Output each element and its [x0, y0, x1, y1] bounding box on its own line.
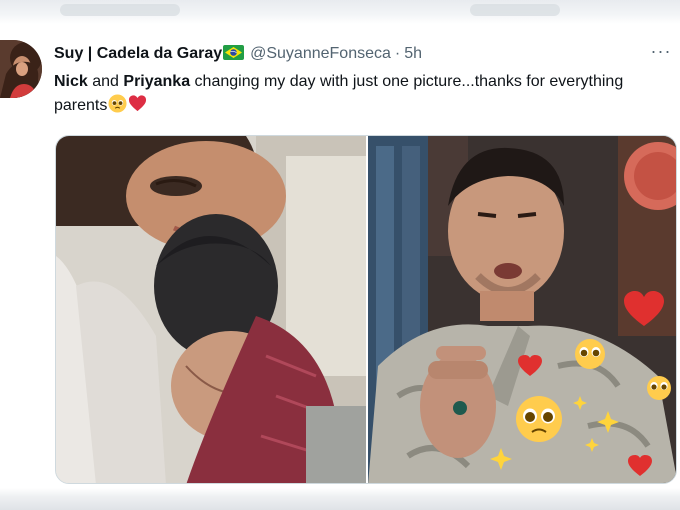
separator-dot: · — [394, 45, 401, 62]
top-scroll-strip — [0, 0, 680, 24]
tweet-card[interactable]: Suy | Cadela da Garay @SuyanneFonseca · 5h … — [0, 24, 680, 490]
tweet-timestamp[interactable]: 5h — [404, 45, 422, 62]
photo-couple-hug[interactable] — [56, 136, 366, 483]
avatar[interactable] — [0, 40, 42, 98]
blurred-content — [60, 4, 180, 16]
user-handle[interactable]: @SuyanneFonseca — [250, 45, 391, 62]
pleading-face-emoji — [108, 94, 127, 113]
bottom-scroll-strip — [0, 488, 680, 510]
more-options-icon[interactable]: ··· — [648, 42, 674, 64]
avatar-image — [0, 40, 42, 98]
photo-man-with-emojis[interactable] — [368, 136, 676, 483]
photo-image — [368, 136, 676, 483]
text-fragment: and — [87, 73, 124, 90]
tweet-text: Nick and Priyanka changing my day with j… — [54, 70, 639, 118]
tweet-header: Suy | Cadela da Garay @SuyanneFonseca · 5h — [54, 43, 640, 65]
brazil-flag-icon — [223, 45, 245, 60]
tweet-media[interactable] — [55, 135, 677, 484]
pleading-face-emoji-overlay — [575, 339, 605, 369]
blurred-content — [470, 4, 560, 16]
photo-image — [56, 136, 366, 483]
mention-name-2: Priyanka — [123, 73, 191, 90]
mention-name-1: Nick — [54, 73, 88, 90]
red-heart-emoji — [129, 95, 147, 112]
display-name[interactable]: Suy | Cadela da Garay — [54, 45, 222, 62]
